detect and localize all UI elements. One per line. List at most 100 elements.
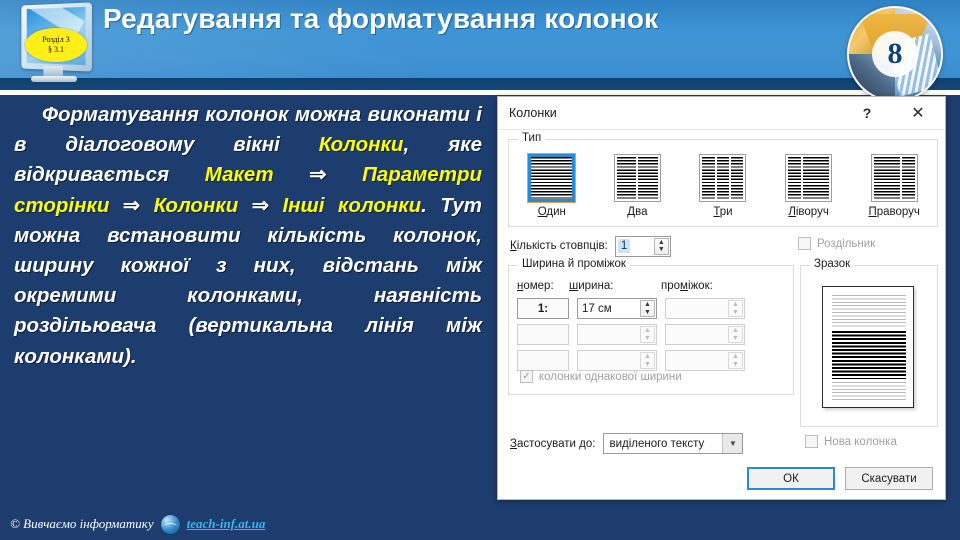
preset-two-label: Два	[627, 206, 648, 218]
preset-one-label: Один	[537, 206, 566, 218]
column-count-value[interactable]: 1	[617, 239, 631, 253]
arrow-1: ⇒	[273, 163, 363, 187]
apply-to-dropdown[interactable]: виділеного тексту ▼	[603, 433, 744, 454]
spin-down-icon: ▼	[644, 360, 651, 368]
sample-preview	[822, 286, 914, 408]
header-gap: проміжок:	[661, 280, 713, 292]
header-white-rule	[0, 90, 960, 95]
chapter-line-2: § 3.1	[48, 45, 64, 54]
type-group-label: Тип	[518, 132, 546, 144]
width-spacing-headers: номер: ширина: проміжок:	[517, 280, 787, 292]
preset-two[interactable]: Два	[600, 154, 674, 218]
preset-left-label: Ліворуч	[788, 206, 829, 218]
footer: © Вивчаємо інформатику teach-inf.at.ua	[10, 512, 265, 536]
spin-up-icon[interactable]: ▲	[655, 239, 668, 247]
width-spacing-group: Ширина й проміжок номер: ширина: проміжо…	[508, 258, 794, 395]
preset-one[interactable]: Один	[515, 153, 589, 218]
row-1-width-stepper[interactable]: 17 см ▲ ▼	[577, 298, 657, 319]
spin-down-icon: ▼	[644, 334, 651, 342]
row-2-gap-stepper: ▲ ▼	[665, 324, 745, 345]
spin-down-icon[interactable]: ▼	[655, 246, 668, 254]
equal-width-checkbox[interactable]: ✓	[520, 370, 533, 383]
sample-lines-bottom	[832, 382, 906, 402]
row-1-width-spin-buttons[interactable]: ▲ ▼	[640, 300, 655, 317]
row-3-gap-stepper: ▲ ▼	[665, 350, 745, 371]
preset-three[interactable]: Три	[686, 154, 760, 218]
type-group: Тип Один Два Три Ліворуч Праворуч	[508, 132, 938, 227]
globe-icon	[160, 514, 180, 534]
grade-badge: 8	[847, 6, 943, 102]
columns-dialog: Колонки ? ✕ Тип Один Два Три Ліворуч Пра…	[497, 96, 946, 500]
dialog-buttons: ОК Скасувати	[747, 467, 933, 490]
site-link[interactable]: teach-inf.at.ua	[187, 516, 266, 532]
spin-down-icon: ▼	[732, 360, 739, 368]
term-kolonky-1: Колонки	[318, 133, 404, 157]
row-1-width-value[interactable]: 17 см	[578, 303, 612, 315]
row-3-number	[517, 350, 569, 371]
spin-down-icon[interactable]: ▼	[641, 309, 654, 317]
cancel-button[interactable]: Скасувати	[845, 467, 933, 490]
apply-to-row: Застосувати до: виділеного тексту ▼	[510, 433, 744, 454]
ok-button[interactable]: ОК	[747, 467, 835, 490]
row-3-gap-spin-buttons: ▲ ▼	[728, 352, 743, 369]
dialog-title-bar: Колонки ? ✕	[498, 97, 945, 130]
new-column-checkbox[interactable]	[805, 435, 818, 448]
new-column-row[interactable]: Нова колонка	[805, 435, 897, 448]
grade-number: 8	[872, 31, 918, 77]
column-count-spin-buttons[interactable]: ▲ ▼	[653, 237, 669, 255]
row-3-width-spin-buttons: ▲ ▼	[640, 352, 655, 369]
equal-width-row[interactable]: ✓ колонки однакової ширини	[520, 370, 682, 383]
chevron-down-icon[interactable]: ▼	[722, 434, 743, 453]
sample-lines-top	[832, 295, 906, 329]
preset-two-icon	[613, 154, 661, 202]
lesson-paragraph: Форматування колонок можна виконати і в …	[6, 96, 490, 500]
row-2-width-stepper: ▲ ▼	[577, 324, 657, 345]
row-3-width-stepper: ▲ ▼	[577, 350, 657, 371]
sample-lines-selected	[832, 331, 906, 379]
row-1-gap-stepper[interactable]: ▲ ▼	[665, 298, 745, 319]
spin-up-icon: ▲	[732, 327, 739, 335]
spin-down-icon[interactable]: ▼	[729, 309, 742, 317]
width-spacing-group-label: Ширина й проміжок	[518, 258, 630, 270]
width-row-1: 1: 17 см ▲ ▼ ▲ ▼	[517, 298, 745, 319]
equal-width-label: колонки однакової ширини	[539, 370, 682, 383]
width-row-3: ▲ ▼ ▲ ▼	[517, 350, 745, 371]
spin-up-icon: ▲	[732, 353, 739, 361]
arrow-2: ⇒	[109, 193, 154, 217]
separator-checkbox[interactable]	[798, 237, 811, 250]
preset-three-label: Три	[713, 206, 733, 218]
preset-left-icon	[785, 154, 833, 202]
preset-left[interactable]: Ліворуч	[772, 154, 846, 218]
sample-group-label: Зразок	[810, 258, 855, 270]
sample-group: Зразок	[800, 258, 938, 427]
row-1-number: 1:	[517, 298, 569, 319]
spin-up-icon: ▲	[644, 327, 651, 335]
column-count-stepper[interactable]: 1 ▲ ▼	[614, 235, 671, 257]
apply-to-value: виділеного тексту	[609, 437, 705, 450]
row-2-width-spin-buttons: ▲ ▼	[640, 326, 655, 343]
preset-list: Один Два Три Ліворуч Праворуч	[509, 153, 937, 226]
row-2-gap-spin-buttons: ▲ ▼	[728, 326, 743, 343]
header-number: номер:	[517, 280, 554, 292]
term-kolonky-2: Колонки	[153, 193, 239, 217]
header-width: ширина:	[569, 280, 614, 292]
term-maket: Макет	[204, 163, 274, 187]
preset-right-label: Праворуч	[868, 206, 920, 218]
row-1-gap-spin-buttons[interactable]: ▲ ▼	[728, 300, 743, 317]
close-icon[interactable]: ✕	[905, 101, 931, 125]
spin-up-icon[interactable]: ▲	[729, 301, 742, 309]
separator-label: Роздільник	[817, 237, 876, 250]
help-icon[interactable]: ?	[855, 102, 879, 124]
monitor-base	[31, 76, 77, 82]
chapter-logo: Розділ 3 § 3.1	[11, 2, 99, 92]
row-2-number	[517, 324, 569, 345]
spin-up-icon[interactable]: ▲	[641, 301, 654, 309]
preset-three-icon	[699, 154, 747, 202]
preset-one-icon	[527, 153, 577, 203]
preset-right[interactable]: Праворуч	[857, 154, 931, 218]
page-title: Редагування та форматування колонок	[103, 3, 659, 34]
footer-copyright: © Вивчаємо інформатику	[10, 516, 154, 531]
separator-row[interactable]: Роздільник	[798, 237, 875, 250]
dialog-title: Колонки	[509, 106, 557, 120]
column-count-label: Кількість стовпців:	[510, 240, 608, 252]
